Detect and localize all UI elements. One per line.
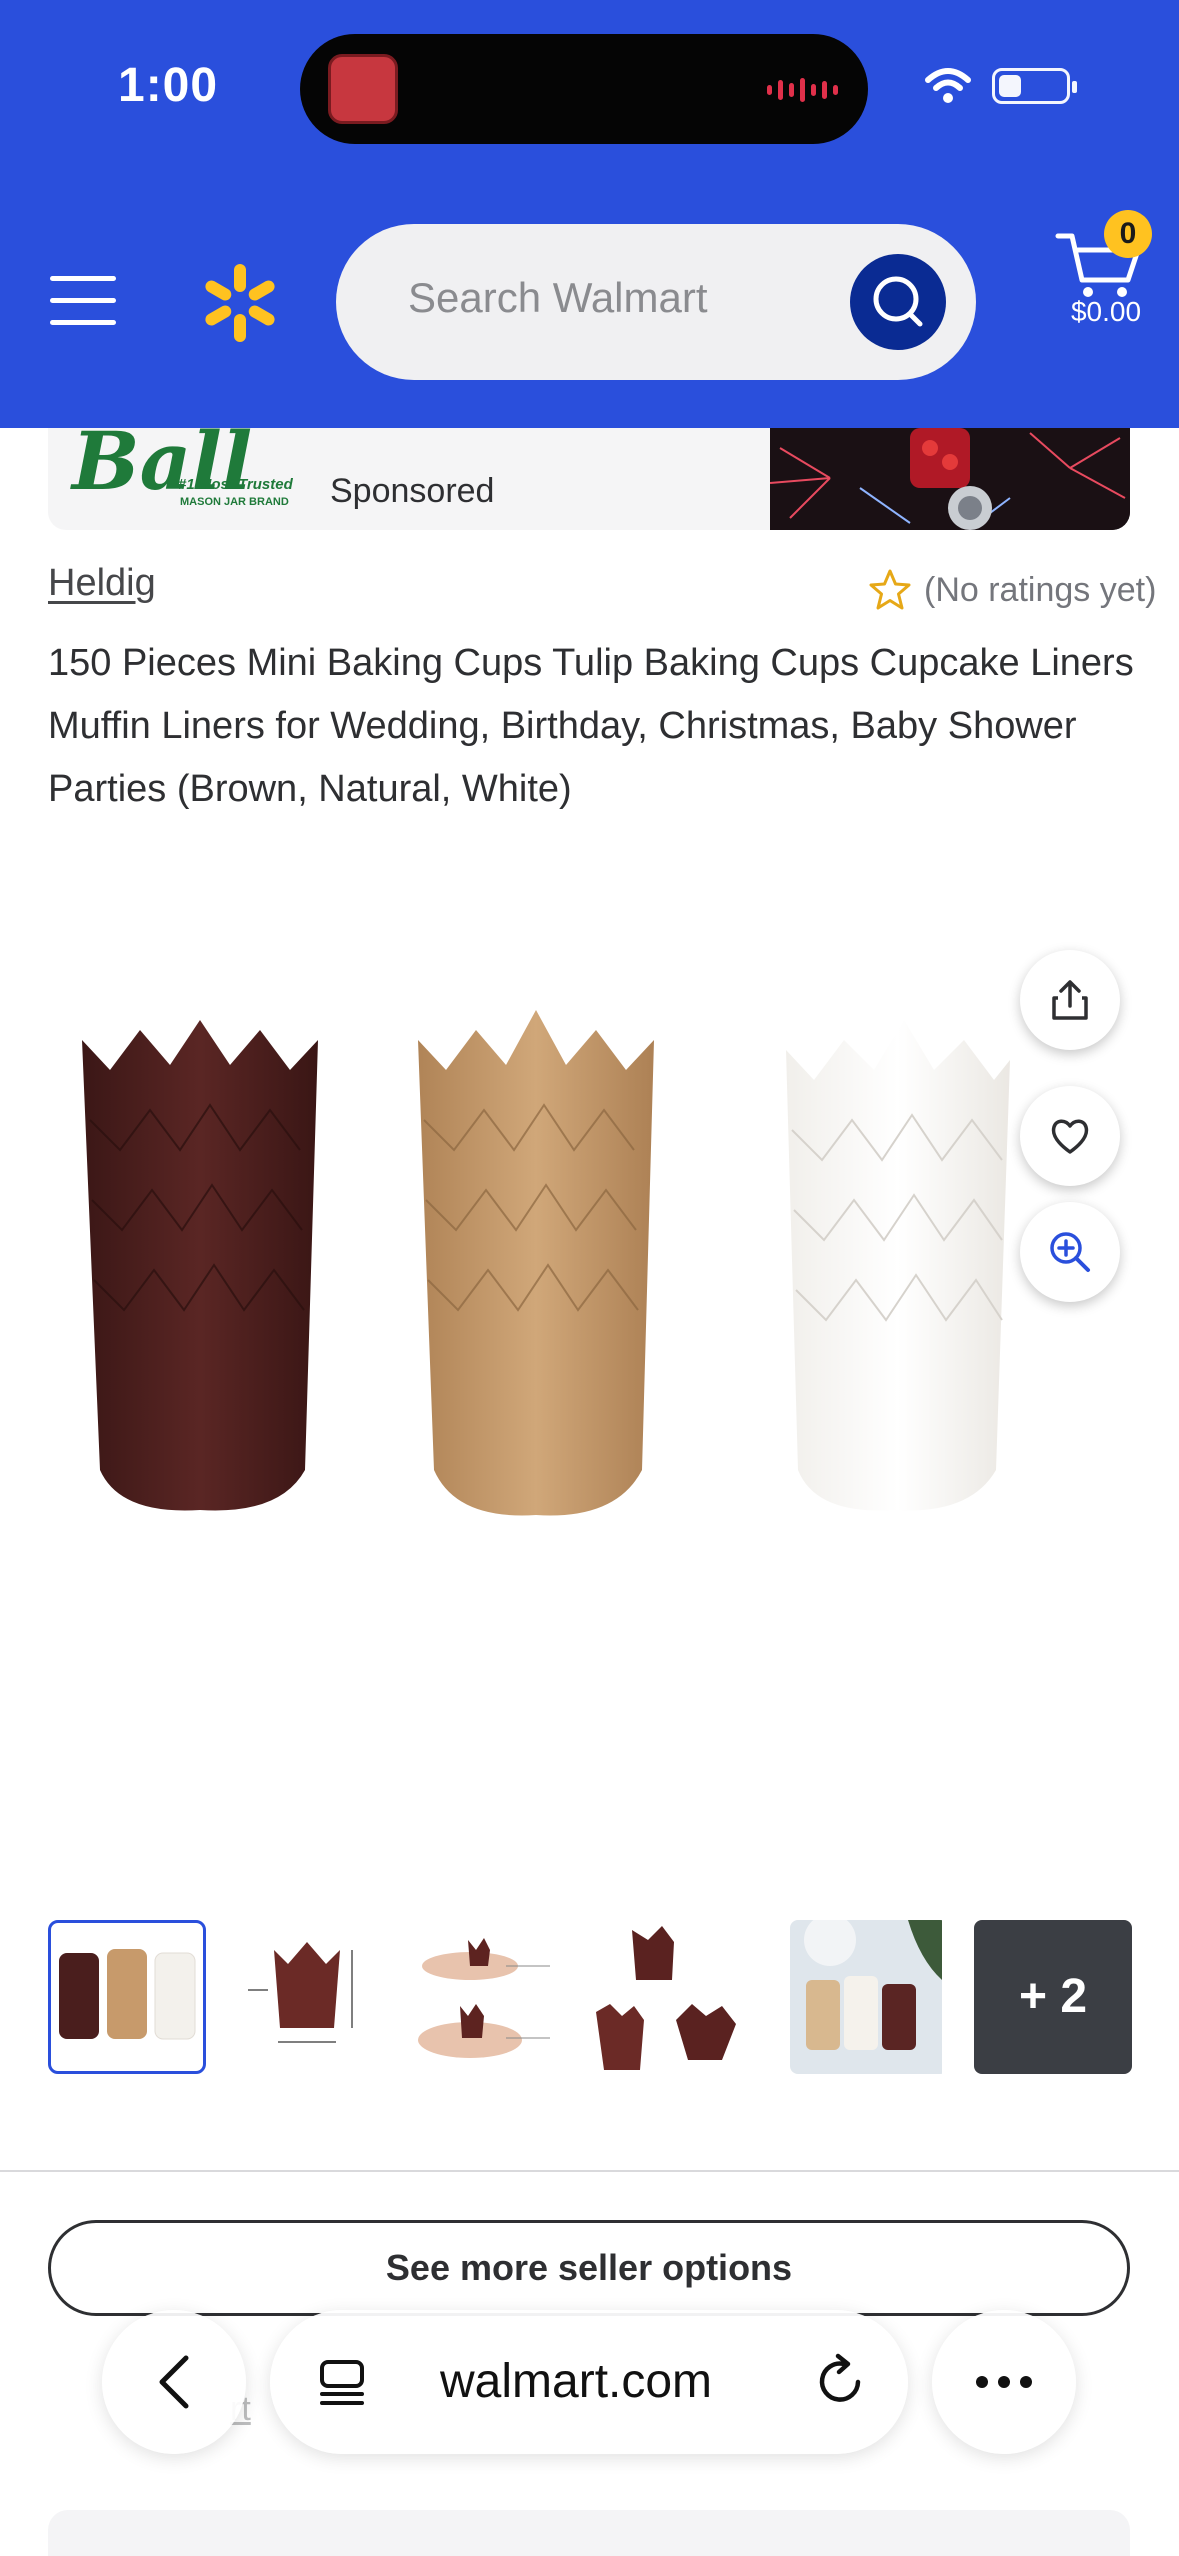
zoom-button[interactable] bbox=[1020, 1202, 1120, 1302]
chevron-left-icon bbox=[159, 2355, 189, 2409]
more-images-button[interactable]: + 2 bbox=[974, 1920, 1132, 2074]
thumb-liners-in-hand bbox=[418, 1938, 550, 2058]
favorite-button[interactable] bbox=[1020, 1086, 1120, 1186]
sponsor-tagline: #1 Most Trusted bbox=[178, 476, 293, 493]
share-button[interactable] bbox=[1020, 950, 1120, 1050]
see-more-seller-options-button[interactable]: See more seller options bbox=[48, 2220, 1130, 2316]
product-title: 150 Pieces Mini Baking Cups Tulip Baking… bbox=[48, 642, 1134, 810]
section-divider bbox=[0, 2170, 1179, 2172]
app-header: 1:00 Search Walmart 0 $0.00 bbox=[0, 0, 1179, 428]
image-thumbnail-strip: + 2 bbox=[48, 1920, 1132, 2074]
thumbnail-3[interactable] bbox=[410, 1920, 568, 2074]
search-button[interactable] bbox=[850, 254, 946, 350]
tabs-icon bbox=[320, 2360, 364, 2405]
search-input[interactable]: Search Walmart bbox=[336, 224, 976, 380]
thumb-brown-liners-scattered bbox=[596, 1926, 736, 2070]
browser-back-button[interactable] bbox=[102, 2310, 246, 2454]
cart-count-badge: 0 bbox=[1104, 210, 1152, 258]
sponsor-fireworks-image bbox=[770, 428, 1130, 530]
next-section-card bbox=[48, 2510, 1130, 2556]
search-placeholder: Search Walmart bbox=[408, 274, 708, 321]
thumbnail-2[interactable] bbox=[228, 1920, 386, 2074]
battery-icon bbox=[992, 68, 1077, 104]
browser-more-button[interactable] bbox=[932, 2310, 1076, 2454]
sponsor-subline: MASON JAR BRAND bbox=[180, 496, 289, 508]
browser-url: walmart.com bbox=[440, 2355, 713, 2408]
zoom-icon bbox=[1050, 1232, 1090, 1272]
rating-text: (No ratings yet) bbox=[924, 570, 1157, 609]
rating-summary[interactable]: (No ratings yet) bbox=[868, 568, 1156, 612]
reload-icon[interactable] bbox=[812, 2352, 868, 2408]
heart-icon bbox=[1051, 1119, 1089, 1154]
browser-address-bar[interactable]: walmart.com bbox=[270, 2310, 908, 2454]
more-dots-icon bbox=[976, 2376, 988, 2388]
thumb-brown-liner-dimensions bbox=[248, 1942, 353, 2043]
status-time: 1:00 bbox=[118, 59, 219, 112]
thumb-liners-three-colors bbox=[59, 1949, 196, 2040]
walmart-product-page: 1:00 Search Walmart 0 $0.00 Ball #1 Most… bbox=[0, 0, 1179, 2556]
wifi-icon bbox=[925, 68, 971, 103]
dynamic-island bbox=[300, 34, 868, 144]
thumbnail-1[interactable] bbox=[48, 1920, 206, 2074]
brand-link[interactable]: Heldig bbox=[48, 562, 156, 605]
menu-icon[interactable] bbox=[50, 276, 116, 330]
walmart-spark-logo-icon[interactable] bbox=[200, 262, 280, 344]
thumbnail-5[interactable] bbox=[790, 1920, 948, 2074]
search-icon bbox=[873, 276, 923, 327]
star-outline-icon bbox=[869, 569, 911, 610]
sponsored-label: Sponsored bbox=[330, 472, 495, 510]
sponsored-banner[interactable]: Ball #1 Most Trusted MASON JAR BRAND Spo… bbox=[48, 428, 1130, 530]
product-main-image[interactable] bbox=[50, 1010, 1100, 1750]
share-icon bbox=[1052, 980, 1088, 1020]
thumb-liners-lifestyle bbox=[790, 1920, 942, 2074]
cart-total: $0.00 bbox=[1070, 296, 1142, 327]
now-playing-artwork-icon bbox=[328, 54, 398, 124]
thumbnail-4[interactable] bbox=[592, 1920, 750, 2074]
audio-waveform-icon bbox=[767, 78, 838, 102]
